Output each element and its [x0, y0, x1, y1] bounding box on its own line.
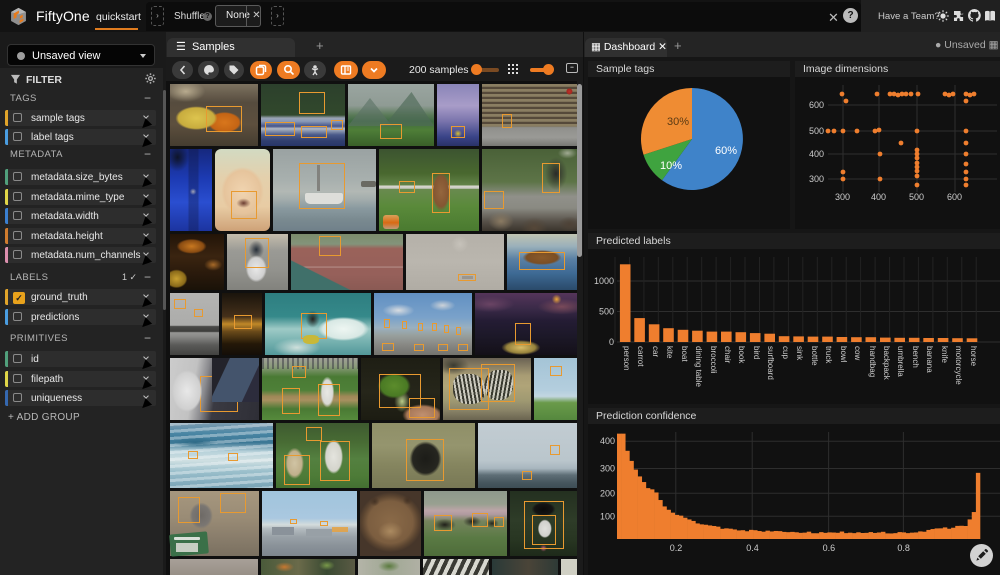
svg-text:300: 300 [600, 464, 615, 474]
svg-text:60%: 60% [715, 145, 737, 157]
svg-text:0.8: 0.8 [897, 543, 910, 553]
svg-text:30%: 30% [667, 116, 689, 128]
svg-text:500: 500 [599, 307, 614, 317]
svg-text:400: 400 [600, 436, 615, 446]
svg-text:300: 300 [835, 192, 850, 202]
svg-text:0: 0 [609, 337, 614, 347]
svg-text:600: 600 [947, 192, 962, 202]
svg-text:600: 600 [809, 100, 824, 110]
svg-text:400: 400 [871, 192, 886, 202]
svg-text:0.6: 0.6 [823, 543, 836, 553]
svg-text:200: 200 [600, 488, 615, 498]
svg-text:500: 500 [809, 126, 824, 136]
svg-text:300: 300 [809, 174, 824, 184]
svg-text:0.4: 0.4 [746, 543, 759, 553]
svg-text:1000: 1000 [594, 276, 614, 286]
svg-text:0.2: 0.2 [670, 543, 683, 553]
svg-text:10%: 10% [660, 160, 682, 172]
svg-text:100: 100 [600, 511, 615, 521]
svg-text:400: 400 [809, 149, 824, 159]
svg-text:500: 500 [909, 192, 924, 202]
